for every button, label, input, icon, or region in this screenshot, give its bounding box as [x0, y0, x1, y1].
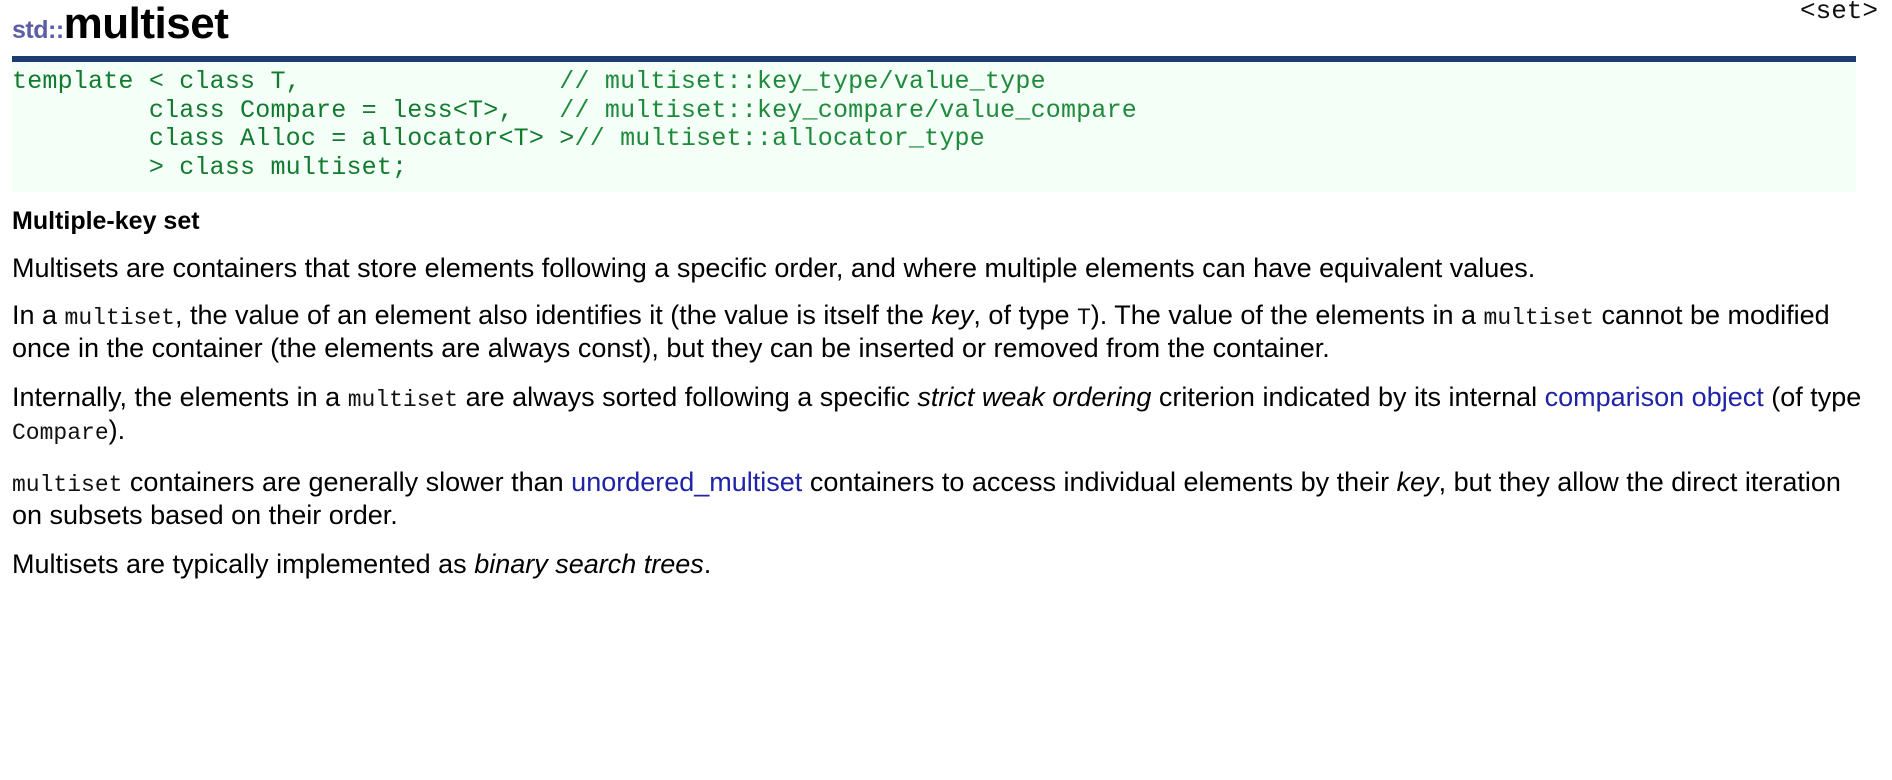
- paragraph-implementation: Multisets are typically implemented as b…: [12, 549, 1867, 579]
- code-comment: // multiset::allocator_type: [574, 124, 985, 153]
- code-line: template < class T, // multiset::key_typ…: [12, 67, 1856, 97]
- section-subheading: Multiple-key set: [12, 207, 200, 235]
- code-line: > class multiset;: [12, 152, 1856, 183]
- inline-code-multiset: multiset: [12, 472, 123, 498]
- reference-page: std::multiset <set> template < class T, …: [0, 0, 1892, 780]
- text-run: Multisets are typically implemented as: [12, 549, 475, 579]
- page-header: std::multiset <set>: [12, 0, 1880, 56]
- namespace-label: std::: [12, 16, 64, 44]
- text-run: .: [703, 549, 712, 579]
- class-name-label: multiset: [63, 0, 229, 48]
- prototype-code-block: template < class T, // multiset::key_typ…: [12, 62, 1856, 192]
- link-unordered-multiset[interactable]: unordered_multiset: [571, 467, 802, 497]
- code-line: class Compare = less<T>, // multiset::ke…: [12, 95, 1856, 126]
- text-run: In a: [12, 300, 65, 330]
- inline-code-T: T: [1076, 305, 1091, 331]
- code-line: class Alloc = allocator<T> >// multiset:…: [12, 124, 1856, 154]
- link-comparison-object[interactable]: comparison object: [1545, 382, 1764, 412]
- code-text: class Compare = less<T>,: [12, 95, 560, 125]
- text-run: (of type: [1763, 382, 1862, 412]
- inline-code-multiset: multiset: [64, 305, 175, 331]
- text-run: Internally, the elements in a: [12, 382, 348, 412]
- text-run: containers are generally slower than: [122, 467, 572, 497]
- paragraph-overview: Multisets are containers that store elem…: [12, 253, 1867, 283]
- paragraph-key-semantics: In a multiset, the value of an element a…: [12, 300, 1867, 363]
- paragraph-ordering: Internally, the elements in a multiset a…: [12, 382, 1867, 448]
- inline-code-multiset: multiset: [1483, 305, 1594, 331]
- code-comment: // multiset::key_compare/value_compare: [559, 95, 1137, 125]
- code-text: template < class T,: [12, 67, 560, 96]
- code-text: > class multiset;: [12, 152, 560, 182]
- inline-code-compare: Compare: [12, 420, 109, 446]
- paragraph-performance: multiset containers are generally slower…: [12, 467, 1867, 530]
- emphasis-binary-search-trees: binary search trees: [474, 549, 704, 579]
- text-run: containers to access individual elements…: [802, 467, 1397, 497]
- emphasis-key: key: [1396, 467, 1439, 497]
- text-run: , of type: [973, 300, 1077, 330]
- paragraph-text: Multisets are containers that store elem…: [12, 253, 1536, 283]
- text-run: ). The value of the elements in a: [1090, 300, 1484, 330]
- header-file-label: <set>: [1799, 0, 1878, 26]
- text-run: are always sorted following a specific: [458, 382, 918, 412]
- code-text: class Alloc = allocator<T> >: [12, 124, 575, 153]
- text-run: criterion indicated by its internal: [1151, 382, 1545, 412]
- code-comment: // multiset::key_type/value_type: [559, 67, 1046, 96]
- emphasis-key: key: [931, 300, 974, 330]
- page-title: std::multiset: [12, 0, 229, 58]
- text-run: ).: [108, 415, 126, 445]
- emphasis-strict-weak-ordering: strict weak ordering: [917, 382, 1152, 412]
- text-run: , the value of an element also identifie…: [174, 300, 932, 330]
- inline-code-multiset: multiset: [347, 387, 459, 413]
